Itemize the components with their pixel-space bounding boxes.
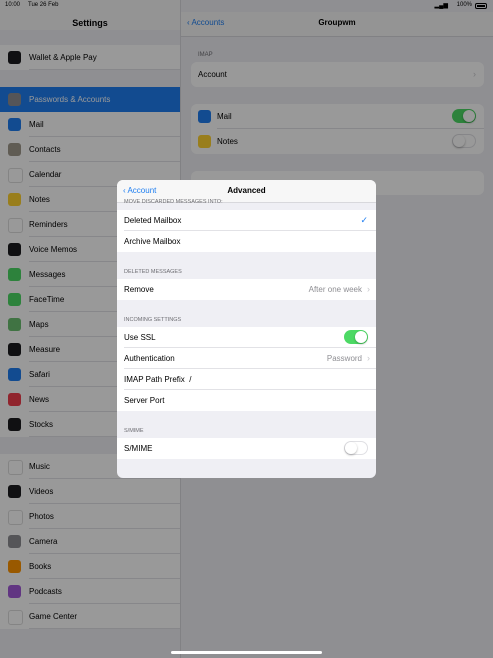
status-date: Tue 26 Feb [28, 2, 59, 8]
imap-path-prefix-input[interactable]: / [189, 375, 191, 384]
incoming-settings-header: INCOMING SETTINGS [124, 317, 182, 323]
imap-path-prefix-text: IMAP Path Prefix [124, 375, 185, 384]
deleted-messages-header: DELETED MESSAGES [124, 269, 182, 275]
checkmark-icon: ✓ [360, 215, 368, 225]
modal-title: Advanced [227, 186, 266, 195]
chevron-right-icon: › [367, 353, 370, 363]
archive-mailbox-row[interactable]: Archive Mailbox [117, 231, 376, 252]
remove-value: After one week [308, 285, 362, 294]
battery-icon [475, 3, 487, 9]
status-time: 10:00 [5, 2, 21, 8]
use-ssl-label: Use SSL [124, 333, 156, 342]
home-indicator[interactable] [171, 651, 322, 654]
imap-path-prefix-label: IMAP Path Prefix / [124, 375, 191, 384]
archive-mailbox-label: Archive Mailbox [124, 237, 181, 246]
advanced-modal: ‹ Account Advanced MOVE DISCARDED MESSAG… [117, 180, 376, 478]
imap-path-prefix-row[interactable]: IMAP Path Prefix / [117, 369, 376, 390]
chevron-right-icon: › [367, 284, 370, 294]
move-messages-header: MOVE DISCARDED MESSAGES INTO: [124, 199, 223, 205]
authentication-value: Password [326, 354, 362, 363]
remove-label: Remove [124, 285, 154, 294]
remove-row[interactable]: Remove After one week › [117, 279, 376, 300]
smime-toggle[interactable] [344, 441, 368, 455]
status-bar: 10:00 Tue 26 Feb ▂▄▆ 100% [0, 0, 493, 12]
server-port-label: Server Port [124, 396, 165, 405]
signal-icon: ▂▄▆ [434, 3, 448, 9]
smime-header: S/MIME [124, 428, 144, 434]
battery-percent: 100% [456, 2, 472, 8]
authentication-label: Authentication [124, 354, 175, 363]
smime-row: S/MIME [117, 438, 376, 459]
deleted-mailbox-row[interactable]: Deleted Mailbox ✓ [117, 210, 376, 231]
authentication-row[interactable]: Authentication Password › [117, 348, 376, 369]
use-ssl-row: Use SSL [117, 327, 376, 348]
use-ssl-toggle[interactable] [344, 330, 368, 344]
deleted-mailbox-label: Deleted Mailbox [124, 216, 182, 225]
smime-label: S/MIME [124, 444, 153, 453]
server-port-row[interactable]: Server Port [117, 390, 376, 411]
